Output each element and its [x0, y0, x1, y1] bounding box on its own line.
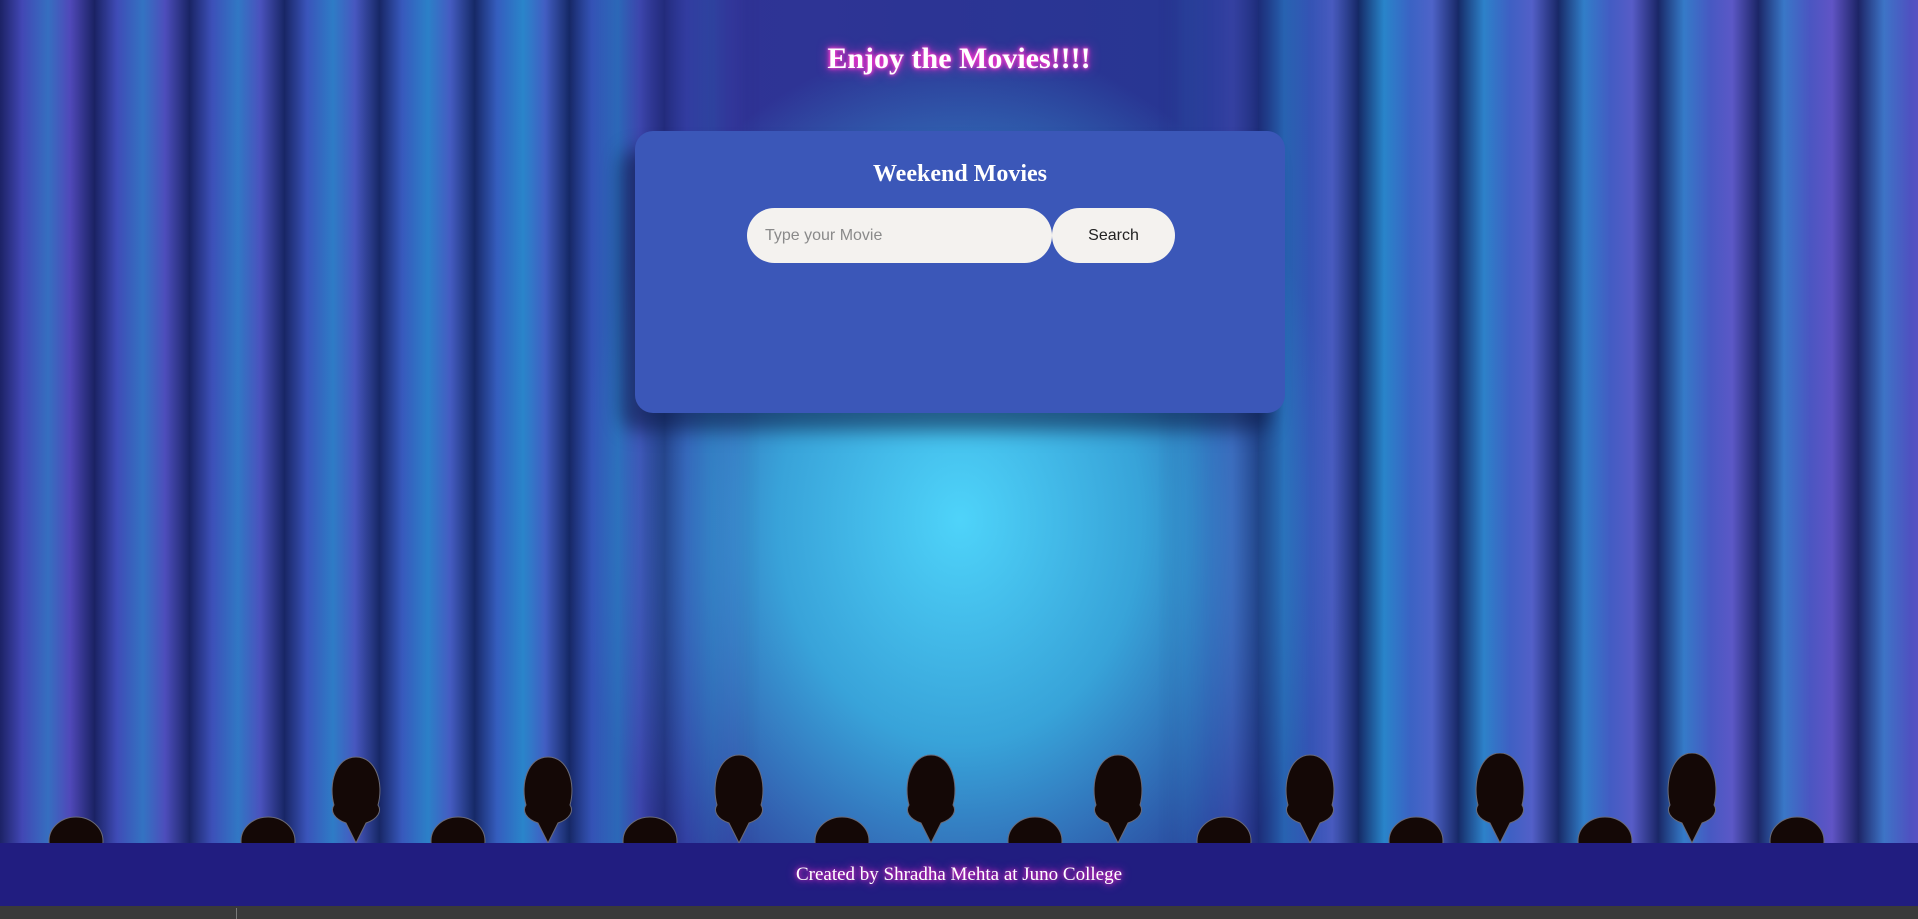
movie-search-input[interactable]	[747, 208, 1052, 263]
bottom-bar-divider	[236, 908, 237, 919]
footer: Created by Shradha Mehta at Juno College	[0, 843, 1918, 906]
search-button[interactable]: Search	[1052, 208, 1175, 263]
card-title: Weekend Movies	[873, 161, 1047, 187]
footer-credit: Created by Shradha Mehta at Juno College	[795, 863, 1123, 885]
audience-silhouettes-icon	[48, 753, 1825, 843]
bottom-bar	[0, 906, 1918, 919]
page-title: Enjoy the Movies!!!!	[827, 42, 1091, 75]
left-curtain	[0, 0, 760, 843]
search-card: Weekend Movies Search	[635, 131, 1285, 413]
theater-background	[0, 0, 1918, 843]
search-form: Search	[747, 208, 1175, 263]
right-curtain	[1158, 0, 1918, 843]
